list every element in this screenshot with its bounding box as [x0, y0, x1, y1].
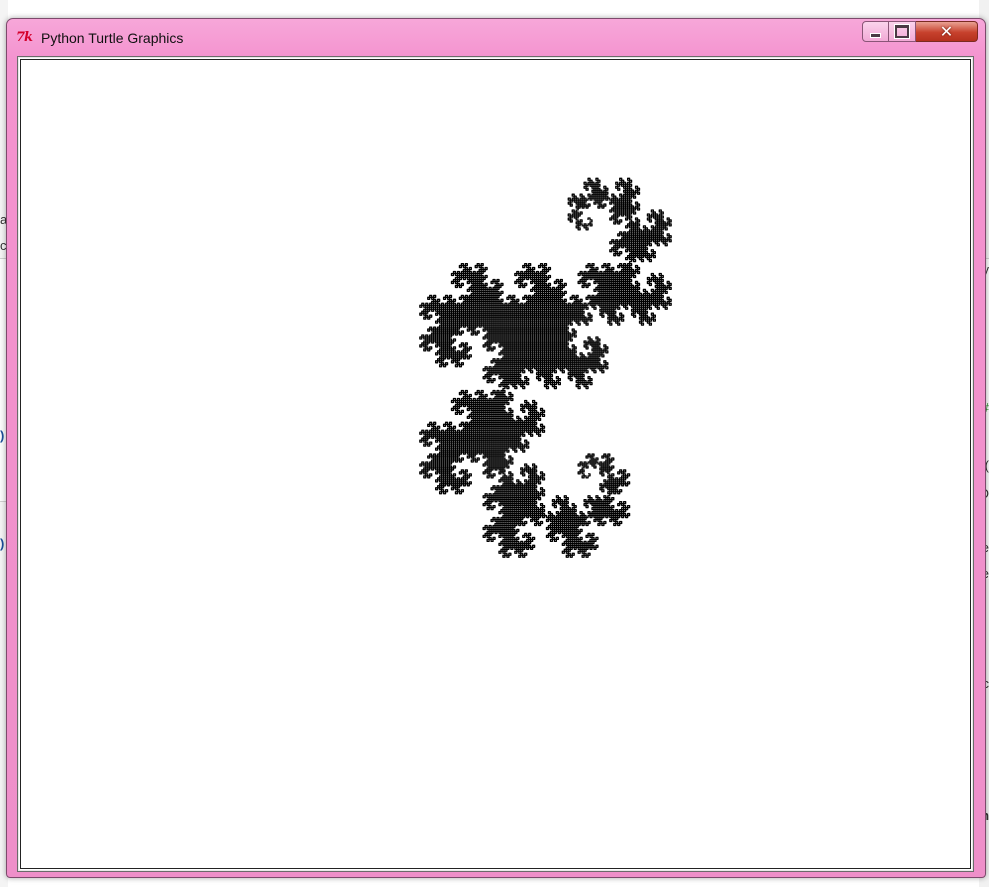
fractal-curve-path — [419, 177, 672, 558]
fractal-drawing — [419, 177, 672, 558]
tk-feather-icon[interactable]: 7k — [16, 30, 38, 46]
turtle-canvas[interactable] — [21, 60, 970, 868]
minimize-icon — [871, 34, 880, 37]
turtle-canvas-container[interactable] — [17, 56, 974, 872]
title-bar[interactable]: 7k Python Turtle Graphics ✕ — [7, 19, 985, 57]
turtle-graphics-window: 7k Python Turtle Graphics ✕ — [6, 18, 986, 878]
minimize-button[interactable] — [862, 21, 889, 42]
background-text-fragment: ) — [0, 536, 5, 551]
close-button[interactable]: ✕ — [916, 21, 978, 42]
canvas-border — [20, 59, 971, 869]
window-controls: ✕ — [862, 21, 978, 43]
close-icon: ✕ — [939, 22, 954, 41]
window-title: Python Turtle Graphics — [41, 30, 184, 46]
maximize-icon — [895, 25, 909, 38]
maximize-button[interactable] — [889, 21, 916, 42]
background-text-fragment: ) — [0, 428, 5, 443]
